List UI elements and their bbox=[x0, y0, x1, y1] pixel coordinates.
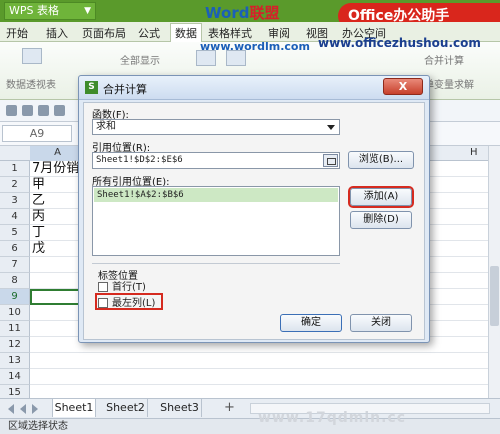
cell-a6[interactable]: 戊 bbox=[32, 241, 45, 257]
row-header[interactable]: 6 bbox=[0, 241, 30, 257]
pivot-table-button[interactable]: 数据透视表 bbox=[6, 76, 56, 91]
cell-a5[interactable]: 丁 bbox=[32, 225, 45, 241]
row-header[interactable]: 11 bbox=[0, 321, 30, 337]
row-header[interactable]: 3 bbox=[0, 193, 30, 209]
cell-a1[interactable]: 7月份销 bbox=[32, 161, 79, 177]
cell-a4[interactable]: 丙 bbox=[32, 209, 45, 225]
list-item[interactable]: Sheet1!$A$2:$B$6 bbox=[94, 188, 338, 202]
cell-a2[interactable]: 甲 bbox=[32, 177, 45, 193]
dialog-body: 函数(F): 求和 引用位置(R): Sheet1!$D$2:$E$6 浏览(B… bbox=[83, 102, 425, 340]
prev-sheet-icon[interactable] bbox=[20, 404, 26, 414]
consolidate-dialog: S 合并计算 X 函数(F): 求和 引用位置(R): Sheet1!$D$2:… bbox=[78, 75, 430, 343]
active-cell-a9[interactable] bbox=[30, 289, 85, 305]
row-header[interactable]: 1 bbox=[0, 161, 30, 177]
app-menu-button[interactable]: WPS 表格 ▼ bbox=[4, 2, 96, 20]
next-sheet-icon[interactable] bbox=[32, 404, 38, 414]
first-sheet-icon[interactable] bbox=[8, 404, 14, 414]
grid-row bbox=[30, 353, 500, 369]
watermark-logo-prefix: Word bbox=[205, 4, 250, 22]
vertical-scrollbar[interactable] bbox=[488, 146, 500, 398]
add-button[interactable]: 添加(A) bbox=[350, 188, 412, 206]
watermark-logo: Word联盟 bbox=[205, 2, 279, 23]
row-header[interactable]: 5 bbox=[0, 225, 30, 241]
top-row-label: 首行(T) bbox=[112, 282, 146, 293]
row-header[interactable]: 2 bbox=[0, 177, 30, 193]
goal-seek-button[interactable]: 单变量求解 bbox=[424, 76, 474, 91]
watermark-logo-suffix: 联盟 bbox=[249, 4, 280, 22]
row-header[interactable]: 8 bbox=[0, 273, 30, 289]
row-header[interactable]: 12 bbox=[0, 337, 30, 353]
column-header-a[interactable]: A bbox=[30, 146, 85, 161]
sheet-tabs-bar: Sheet1 Sheet2 Sheet3 + bbox=[0, 398, 500, 418]
app-title: WPS 表格 bbox=[9, 4, 59, 17]
function-value: 求和 bbox=[96, 121, 116, 132]
row-header[interactable]: 15 bbox=[0, 385, 30, 398]
sheet-tab-2[interactable]: Sheet2 bbox=[104, 399, 148, 417]
label-position-title: 标签位置 bbox=[98, 271, 138, 282]
chevron-down-icon bbox=[327, 125, 335, 130]
status-bar: 区域选择状态 bbox=[0, 418, 500, 434]
function-select[interactable]: 求和 bbox=[92, 119, 340, 135]
chevron-down-icon: ▼ bbox=[84, 6, 91, 16]
cell-a3[interactable]: 乙 bbox=[32, 193, 45, 209]
print-icon[interactable] bbox=[54, 105, 65, 116]
save-icon[interactable] bbox=[38, 105, 49, 116]
ok-button[interactable]: 确定 bbox=[280, 314, 342, 332]
tab-insert[interactable]: 插入 bbox=[46, 25, 68, 41]
highlight-box bbox=[95, 293, 163, 310]
wps-sheet-icon: S bbox=[85, 81, 98, 94]
tab-review[interactable]: 审阅 bbox=[268, 25, 290, 41]
top-row-checkbox[interactable] bbox=[98, 282, 108, 292]
tab-table-style[interactable]: 表格样式 bbox=[208, 25, 252, 41]
tab-formula[interactable]: 公式 bbox=[138, 25, 160, 41]
all-references-list[interactable]: Sheet1!$A$2:$B$6 bbox=[92, 186, 340, 256]
watermark-url-2: www.officezhushou.com bbox=[318, 36, 481, 50]
sheet-tab-1[interactable]: Sheet1 bbox=[52, 399, 96, 417]
merge-calc-button[interactable]: 合并计算 bbox=[424, 52, 464, 67]
scrollbar-thumb[interactable] bbox=[490, 266, 499, 326]
show-all-button[interactable]: 全部显示 bbox=[120, 52, 160, 67]
status-text: 区域选择状态 bbox=[8, 421, 68, 432]
dialog-title-bar[interactable]: S 合并计算 X bbox=[79, 76, 429, 100]
row-header[interactable]: 10 bbox=[0, 305, 30, 321]
tab-data[interactable]: 数据 bbox=[170, 23, 202, 43]
add-sheet-button[interactable]: + bbox=[224, 400, 235, 415]
range-picker-icon[interactable] bbox=[323, 154, 338, 167]
reference-value: Sheet1!$D$2:$E$6 bbox=[96, 155, 183, 165]
row-header-selected[interactable]: 9 bbox=[0, 289, 30, 305]
open-icon[interactable] bbox=[22, 105, 33, 116]
tab-page-layout[interactable]: 页面布局 bbox=[82, 25, 126, 41]
row-header[interactable]: 14 bbox=[0, 369, 30, 385]
name-box[interactable]: A9 bbox=[2, 125, 72, 142]
watermark-url-1: www.wordlm.com bbox=[200, 40, 310, 53]
watermark-url-3: www.17qdmin.cc bbox=[258, 410, 407, 426]
grid-row bbox=[30, 369, 500, 385]
delete-button[interactable]: 删除(D) bbox=[350, 211, 412, 229]
row-header[interactable]: 13 bbox=[0, 353, 30, 369]
column-header-h[interactable]: H bbox=[470, 146, 478, 160]
row-header[interactable]: 7 bbox=[0, 257, 30, 273]
tab-home[interactable]: 开始 bbox=[6, 25, 28, 41]
dialog-title: 合并计算 bbox=[103, 83, 147, 96]
sheet-tab-3[interactable]: Sheet3 bbox=[158, 399, 202, 417]
row-header[interactable]: 4 bbox=[0, 209, 30, 225]
reference-input[interactable]: Sheet1!$D$2:$E$6 bbox=[92, 152, 340, 169]
new-icon[interactable] bbox=[6, 105, 17, 116]
close-icon[interactable]: X bbox=[383, 78, 423, 95]
close-button[interactable]: 关闭 bbox=[350, 314, 412, 332]
pivot-table-icon bbox=[22, 48, 42, 64]
browse-button[interactable]: 浏览(B)... bbox=[348, 151, 414, 169]
